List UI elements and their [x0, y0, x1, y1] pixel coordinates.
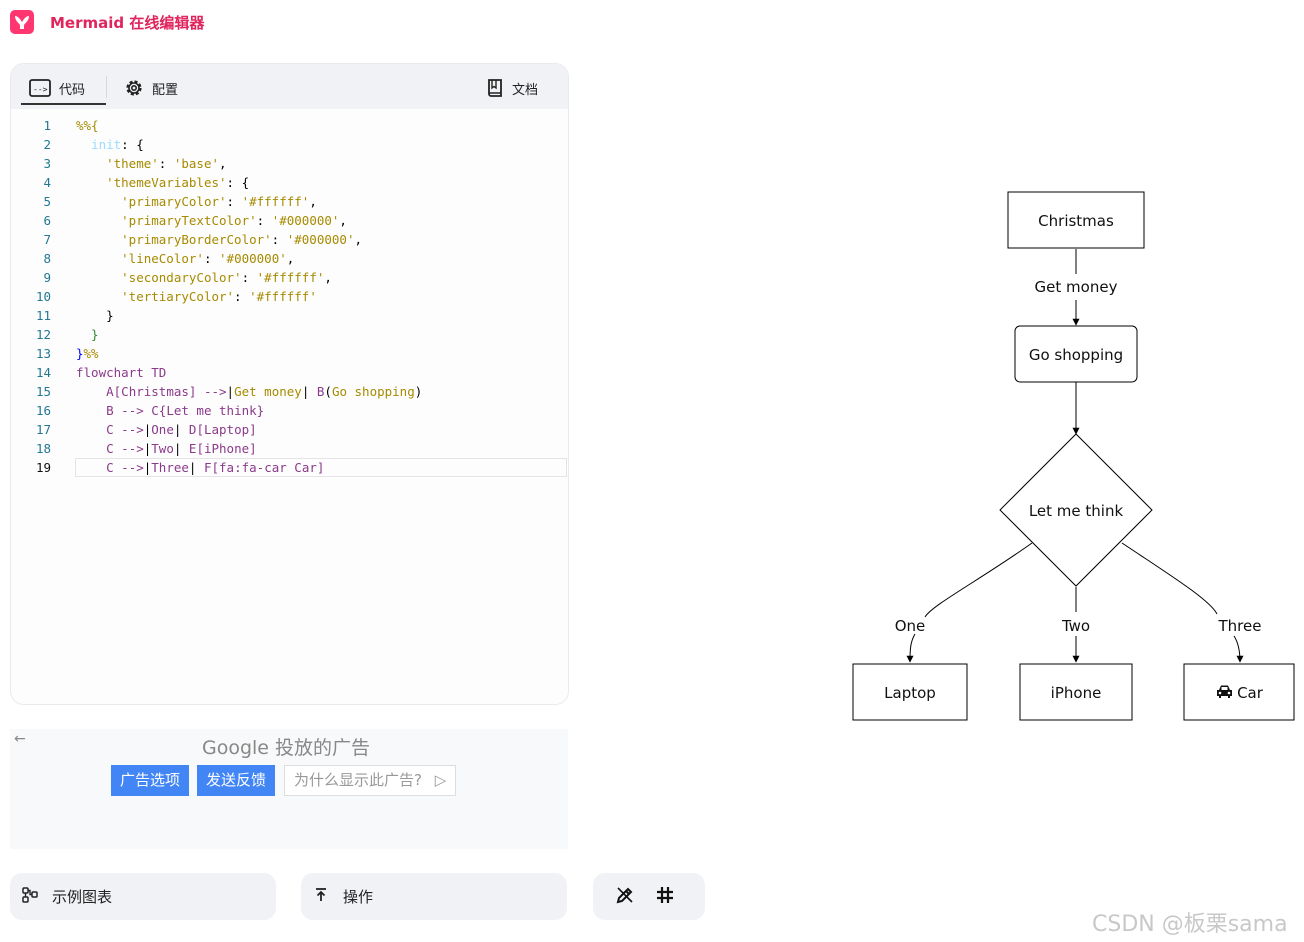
edge-decision-to-car — [1121, 542, 1240, 662]
node-go-shopping-label: Go shopping — [1029, 346, 1123, 364]
node-decision-label: Let me think — [1029, 502, 1124, 520]
edge-decision-to-laptop — [910, 542, 1033, 662]
edge-two-label: Two — [1061, 617, 1090, 635]
node-christmas-label: Christmas — [1038, 212, 1114, 230]
watermark: CSDN @板栗sama — [1092, 912, 1288, 937]
diagram-preview: Christmas Get money Go shopping Let me t… — [852, 191, 1295, 721]
node-laptop-label: Laptop — [884, 684, 936, 702]
edge-get-money-label: Get money — [1035, 278, 1118, 296]
edge-three-label: Three — [1218, 617, 1262, 635]
node-iphone-label: iPhone — [1051, 684, 1102, 702]
node-car-label: Car — [1237, 684, 1264, 702]
edge-one-label: One — [895, 617, 926, 635]
